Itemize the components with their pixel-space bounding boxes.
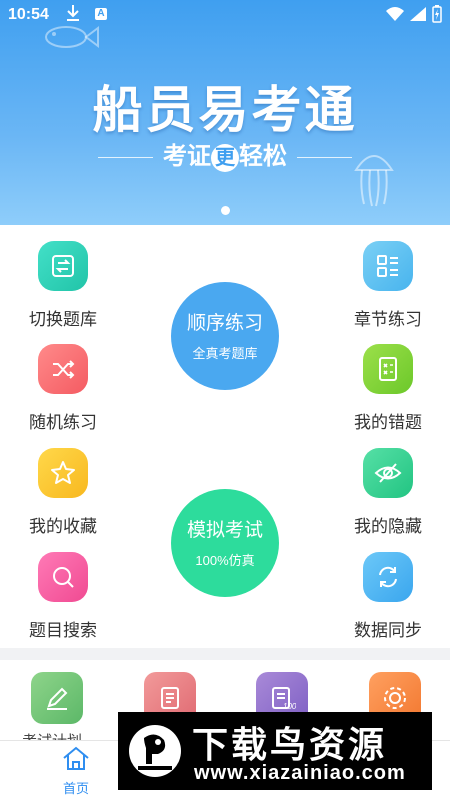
mistake-book-icon bbox=[363, 344, 413, 394]
exam-plan-button[interactable] bbox=[31, 672, 83, 724]
watermark-overlay: 下载鸟资源 www.xiazainiao.com bbox=[118, 712, 432, 790]
list-icon bbox=[363, 241, 413, 291]
hidden-eye-icon bbox=[363, 448, 413, 498]
data-sync-label: 数据同步 bbox=[354, 621, 422, 640]
banner[interactable]: 10:54 A 船员易考通 考证更轻松 bbox=[0, 0, 450, 225]
sequential-title: 顺序练习 bbox=[186, 313, 263, 334]
wifi-icon bbox=[386, 7, 404, 21]
pencil-icon bbox=[47, 687, 68, 710]
carousel-indicator bbox=[221, 206, 230, 215]
mock-exam-subtitle: 100%仿真 bbox=[195, 553, 255, 568]
subtitle-highlight: 更 bbox=[211, 144, 239, 172]
my-hidden-label: 我的隐藏 bbox=[354, 517, 422, 536]
my-mistakes-label: 我的错题 bbox=[354, 413, 422, 432]
subtitle-left: 考证 bbox=[163, 143, 211, 170]
section-divider bbox=[0, 648, 450, 660]
question-search-label: 题目搜索 bbox=[29, 621, 97, 640]
swap-icon bbox=[38, 241, 88, 291]
watermark-url: www.xiazainiao.com bbox=[194, 762, 406, 784]
mock-exam-button[interactable]: 模拟考试 100%仿真 bbox=[171, 489, 279, 597]
question-search-button[interactable]: 题目搜索 bbox=[8, 552, 118, 641]
chapter-practice-label: 章节练习 bbox=[354, 310, 422, 329]
status-time: 10:54 bbox=[8, 6, 49, 23]
search-icon bbox=[38, 552, 88, 602]
gear-icon bbox=[384, 687, 406, 709]
status-bar: 10:54 A bbox=[0, 0, 450, 30]
switch-bank-label: 切换题库 bbox=[29, 310, 97, 329]
sequential-practice-button[interactable]: 顺序练习 全真考题库 bbox=[171, 282, 279, 390]
chapter-practice-button[interactable]: 章节练习 bbox=[333, 241, 443, 330]
switch-bank-button[interactable]: 切换题库 bbox=[8, 241, 118, 330]
bird-logo-icon bbox=[129, 725, 181, 777]
sequential-subtitle: 全真考题库 bbox=[192, 346, 258, 361]
watermark-title: 下载鸟资源 bbox=[192, 724, 388, 765]
document-icon bbox=[161, 687, 179, 709]
score-sheet-icon: 100 bbox=[272, 687, 296, 711]
home-icon bbox=[63, 746, 89, 770]
tab-home-label: 首页 bbox=[62, 781, 89, 796]
my-favorites-label: 我的收藏 bbox=[29, 517, 97, 536]
subtitle-right-line bbox=[297, 157, 352, 159]
my-favorites-button[interactable]: 我的收藏 bbox=[8, 448, 118, 537]
star-icon bbox=[38, 448, 88, 498]
subtitle-left-line bbox=[98, 157, 153, 159]
random-practice-label: 随机练习 bbox=[29, 413, 97, 432]
signal-icon bbox=[410, 7, 426, 21]
mock-exam-title: 模拟考试 bbox=[186, 520, 263, 541]
tab-home[interactable]: 首页 bbox=[48, 745, 104, 797]
banner-subtitle: 考证更轻松 bbox=[0, 136, 450, 172]
sync-icon bbox=[363, 552, 413, 602]
battery-icon bbox=[432, 5, 442, 23]
shuffle-icon bbox=[38, 344, 88, 394]
data-sync-button[interactable]: 数据同步 bbox=[333, 552, 443, 641]
my-mistakes-button[interactable]: 我的错题 bbox=[333, 344, 443, 433]
subtitle-right: 轻松 bbox=[239, 143, 287, 170]
random-practice-button[interactable]: 随机练习 bbox=[8, 344, 118, 433]
my-hidden-button[interactable]: 我的隐藏 bbox=[333, 448, 443, 537]
notification-a-icon: A bbox=[95, 8, 107, 20]
banner-title: 船员易考通 bbox=[92, 82, 358, 138]
svg-text:100: 100 bbox=[283, 702, 296, 711]
download-icon bbox=[67, 5, 79, 21]
feature-grid: 切换题库 章节练习 顺序练习 全真考题库 随机练习 我的错题 我的收藏 我的隐藏 bbox=[0, 225, 450, 647]
